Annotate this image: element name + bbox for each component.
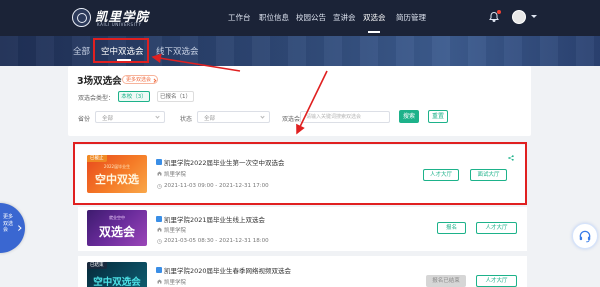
fair-school: 凯里学院 — [164, 228, 187, 234]
fair-thumbnail[interactable]: 就业空中 双选会 — [87, 210, 147, 246]
fair-title[interactable]: 凯里学院2021届毕业生线上双选会 — [164, 214, 265, 224]
thumbnail-headline: 空中双选会 — [93, 277, 141, 287]
nav-item-announcements[interactable]: 校园公告 — [296, 12, 326, 23]
status-badge: 已结束 — [87, 262, 107, 269]
more-fairs-float-label[interactable]: 更多双选会 — [3, 214, 17, 234]
fair-time: 2021-11-03 09:00 - 2021-12-31 17:00 — [164, 183, 269, 189]
school-icon — [157, 279, 162, 284]
university-emblem-icon[interactable] — [72, 8, 91, 27]
logo-subtitle: KAILI UNIVERSITY — [97, 22, 142, 27]
chip-registered[interactable]: 已报名（1） — [157, 91, 194, 102]
tab-active-indicator — [117, 59, 131, 61]
chevron-down-icon[interactable] — [531, 15, 537, 18]
talent-hall-button[interactable]: 人才大厅 — [476, 275, 517, 287]
notification-dot — [497, 10, 501, 14]
chevron-down-icon — [155, 114, 160, 119]
tab-offline-fair[interactable]: 线下双选会 — [156, 45, 199, 57]
nav-item-workbench[interactable]: 工作台 — [228, 12, 251, 23]
chevron-down-icon — [260, 114, 265, 119]
tab-all[interactable]: 全部 — [73, 45, 90, 57]
school-icon — [157, 227, 162, 232]
nav-item-job-fairs[interactable]: 双选会 — [363, 12, 386, 23]
reset-button[interactable]: 重置 — [428, 110, 448, 123]
fair-thumbnail[interactable]: 2022届毕业生 空中双选 已截止 — [87, 155, 147, 193]
search-button[interactable]: 搜索 — [399, 110, 419, 123]
clock-icon — [157, 239, 162, 244]
fair-thumbnail[interactable]: 空中双选会 已结束 — [87, 262, 147, 287]
status-select[interactable]: 全部 — [197, 111, 270, 123]
share-icon[interactable] — [508, 155, 514, 161]
status-label: 状态 — [180, 116, 193, 123]
interview-hall-button[interactable]: 面试大厅 — [470, 169, 507, 181]
fair-title[interactable]: 凯里学院2022届毕业生第一次空中双选会 — [164, 157, 285, 167]
fair-time: 2021-03-05 08:30 - 2021-12-31 18:00 — [164, 238, 269, 244]
chevron-right-icon — [151, 78, 156, 83]
thumbnail-headline: 双选会 — [98, 225, 135, 239]
fair-school: 凯里学院 — [164, 280, 187, 286]
fair-search-label: 双选会 — [282, 116, 301, 123]
more-fairs-link-label: 更多双选会 — [126, 77, 152, 83]
chip-own-school[interactable]: 本校（3） — [118, 91, 150, 102]
register-button[interactable]: 报名 — [437, 222, 466, 234]
registration-closed-button[interactable]: 报名已结束 — [426, 275, 466, 287]
thumbnail-caption: 2022届毕业生 — [103, 164, 131, 169]
page-title: 3场双选会 — [77, 76, 122, 87]
fair-type-icon — [156, 267, 162, 273]
nav-item-jobs[interactable]: 职位信息 — [259, 12, 289, 23]
thumbnail-headline: 空中双选 — [95, 173, 139, 186]
fair-type-icon — [156, 159, 162, 165]
province-select-value: 全部 — [102, 116, 114, 122]
top-nav-bar: 凯里学院 KAILI UNIVERSITY 工作台 职位信息 校园公告 宣讲会 … — [0, 0, 600, 36]
fair-title[interactable]: 凯里学院2020届毕业生春季网络视频双选会 — [164, 265, 291, 275]
nav-item-resume[interactable]: 简历管理 — [396, 12, 426, 23]
fair-school: 凯里学院 — [164, 172, 187, 178]
avatar[interactable] — [512, 10, 526, 24]
school-icon — [157, 171, 162, 176]
province-label: 省份 — [78, 116, 91, 123]
talent-hall-button[interactable]: 人才大厅 — [423, 169, 459, 181]
clock-icon — [157, 184, 162, 189]
status-select-value: 全部 — [204, 116, 216, 122]
more-fairs-link[interactable]: 更多双选会 — [122, 75, 159, 84]
nav-item-presentations[interactable]: 宣讲会 — [333, 12, 356, 23]
province-select[interactable]: 全部 — [95, 111, 165, 123]
customer-service-button[interactable] — [572, 223, 598, 249]
talent-hall-button[interactable]: 人才大厅 — [476, 222, 517, 234]
status-badge: 已截止 — [87, 155, 107, 162]
headset-icon — [579, 230, 591, 243]
search-input[interactable] — [300, 111, 390, 123]
tab-online-fair[interactable]: 空中双选会 — [101, 45, 144, 57]
thumbnail-caption: 就业空中 — [109, 215, 125, 220]
nav-active-indicator — [368, 31, 380, 33]
fair-type-icon — [156, 216, 162, 222]
fair-type-label: 双选会类型： — [78, 95, 115, 102]
